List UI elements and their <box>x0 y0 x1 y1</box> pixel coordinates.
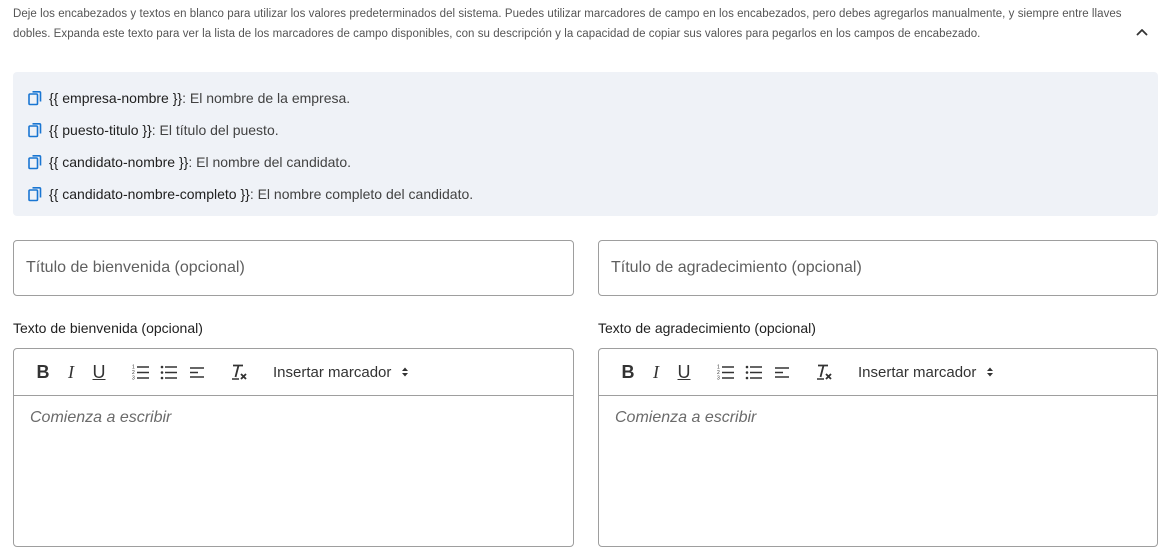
placeholder-key: {{ candidato-nombre }} <box>49 154 189 170</box>
insert-marker-select[interactable]: Insertar marcador <box>273 364 409 381</box>
placeholder-description: : El nombre del candidato. <box>188 154 351 170</box>
placeholder-description: : El título del puesto. <box>151 122 279 138</box>
svg-text:3: 3 <box>132 376 135 382</box>
insert-marker-select[interactable]: Insertar marcador <box>858 364 994 381</box>
placeholder-key: {{ puesto-titulo }} <box>49 122 152 138</box>
editor-toolbar: B I U 123 Insertar marcador <box>14 349 573 396</box>
sort-icon <box>402 367 409 377</box>
bold-button[interactable]: B <box>614 357 642 387</box>
ordered-list-icon[interactable]: 123 <box>712 357 740 387</box>
help-text: Deje los encabezados y textos en blanco … <box>13 8 1122 40</box>
editor-toolbar: B I U 123 Insertar marcador <box>599 349 1157 396</box>
placeholder-description: : El nombre completo del candidato. <box>249 186 474 202</box>
page: Deje los encabezados y textos en blanco … <box>0 0 1172 557</box>
sort-icon <box>987 367 994 377</box>
bullet-list-icon[interactable] <box>740 357 768 387</box>
placeholder-description: : El nombre de la empresa. <box>182 90 351 106</box>
clear-format-icon[interactable] <box>225 357 253 387</box>
copy-icon[interactable] <box>26 185 44 203</box>
placeholder-key: {{ empresa-nombre }} <box>49 90 183 106</box>
placeholder-item: {{ empresa-nombre }} : El nombre de la e… <box>26 88 350 108</box>
copy-icon[interactable] <box>26 153 44 171</box>
placeholder-item: {{ puesto-titulo }} : El título del pues… <box>26 120 279 140</box>
copy-icon[interactable] <box>26 89 44 107</box>
thanks-text-input[interactable]: Comienza a escribir <box>599 396 1157 546</box>
italic-button[interactable]: I <box>642 357 670 387</box>
thanks-title-field <box>598 240 1158 296</box>
welcome-title-input[interactable] <box>14 241 573 295</box>
chevron-up-icon[interactable] <box>1132 22 1152 42</box>
placeholder-list: {{ empresa-nombre }} : El nombre de la e… <box>13 72 1158 216</box>
welcome-text-editor: B I U 123 Insertar marcador Comienza a e… <box>13 348 574 547</box>
align-left-icon[interactable] <box>183 357 211 387</box>
align-left-icon[interactable] <box>768 357 796 387</box>
insert-marker-label: Insertar marcador <box>858 363 977 381</box>
bullet-list-icon[interactable] <box>155 357 183 387</box>
welcome-title-field <box>13 240 574 296</box>
thanks-text-editor: B I U 123 Insertar marcador Comienza a e… <box>598 348 1158 547</box>
svg-text:3: 3 <box>717 376 720 382</box>
placeholder-item: {{ candidato-nombre }} : El nombre del c… <box>26 152 351 172</box>
placeholder-item: {{ candidato-nombre-completo }} : El nom… <box>26 184 473 204</box>
underline-button[interactable]: U <box>85 357 113 387</box>
welcome-text-label: Texto de bienvenida (opcional) <box>13 320 203 336</box>
insert-marker-label: Insertar marcador <box>273 363 392 381</box>
thanks-text-label: Texto de agradecimiento (opcional) <box>598 320 816 336</box>
thanks-title-input[interactable] <box>599 241 1157 295</box>
copy-icon[interactable] <box>26 121 44 139</box>
underline-button[interactable]: U <box>670 357 698 387</box>
ordered-list-icon[interactable]: 123 <box>127 357 155 387</box>
italic-button[interactable]: I <box>57 357 85 387</box>
bold-button[interactable]: B <box>29 357 57 387</box>
welcome-text-input[interactable]: Comienza a escribir <box>14 396 573 546</box>
clear-format-icon[interactable] <box>810 357 838 387</box>
placeholder-key: {{ candidato-nombre-completo }} <box>49 186 250 202</box>
